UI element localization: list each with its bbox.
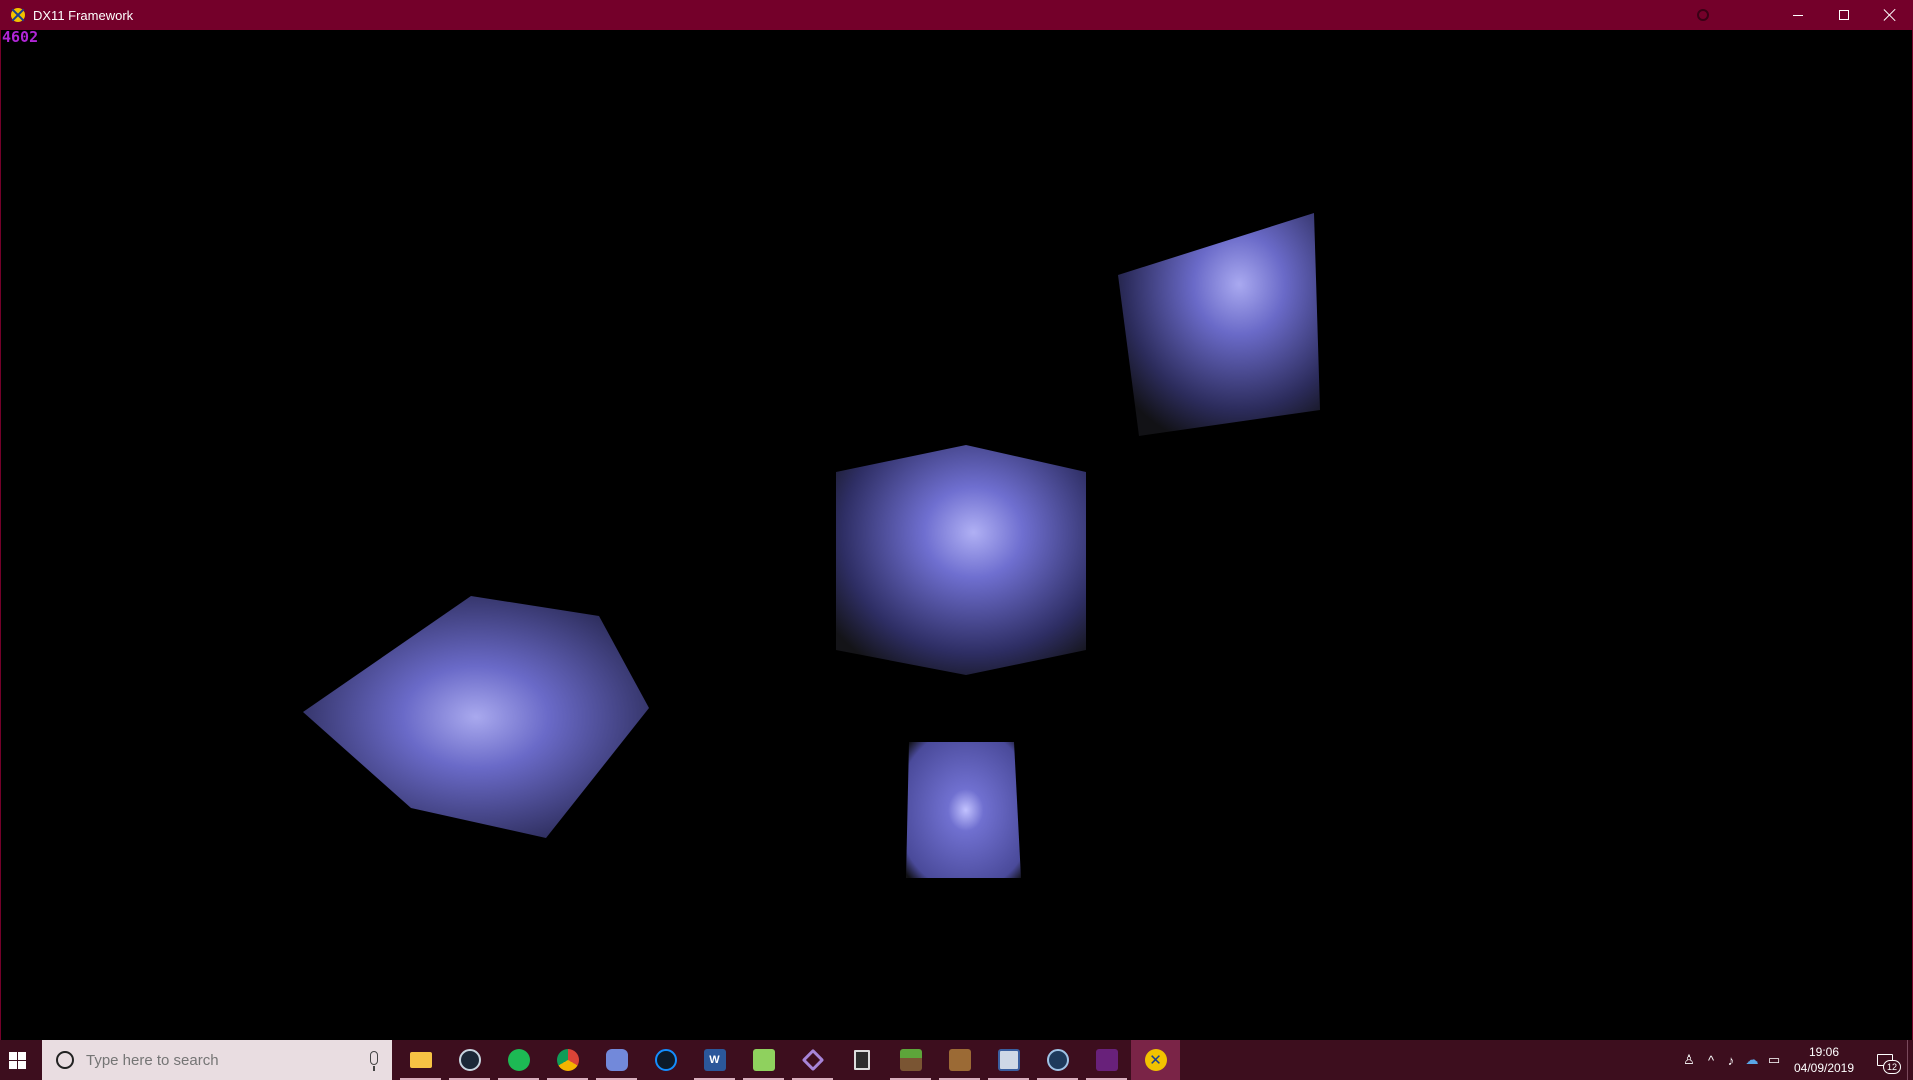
- show-hidden-icons-icon[interactable]: ^: [1701, 1040, 1721, 1080]
- action-center-button[interactable]: 12: [1863, 1040, 1907, 1080]
- minecraft-icon: [899, 1049, 922, 1071]
- cube-center: [836, 445, 1086, 675]
- taskbar-app-dx11[interactable]: ✕: [1131, 1040, 1180, 1080]
- taskbar-app-snipping[interactable]: [984, 1040, 1033, 1080]
- taskbar-app-vs[interactable]: [1082, 1040, 1131, 1080]
- microphone-icon[interactable]: [370, 1051, 378, 1071]
- taskbar-app-visual-studio[interactable]: [788, 1040, 837, 1080]
- minimize-button[interactable]: [1775, 0, 1821, 30]
- cube-top-right: [1118, 213, 1320, 436]
- system-tray: ♙ ^ ♪ ☁ ▭ 19:06 04/09/2019 12: [1677, 1040, 1913, 1080]
- show-desktop-button[interactable]: [1907, 1040, 1913, 1080]
- dx11-app-icon: ✕: [1144, 1049, 1167, 1071]
- taskbar-app-wheel[interactable]: [1033, 1040, 1082, 1080]
- taskbar-app-chrome[interactable]: [543, 1040, 592, 1080]
- notepadpp-icon: [752, 1049, 775, 1071]
- taskbar-app-file-explorer[interactable]: [396, 1040, 445, 1080]
- search-box[interactable]: [42, 1040, 392, 1080]
- volume-icon[interactable]: ♪: [1721, 1040, 1741, 1080]
- cube-bottom: [906, 742, 1021, 878]
- clock[interactable]: 19:06 04/09/2019: [1785, 1044, 1863, 1076]
- vs-icon: [1095, 1049, 1118, 1071]
- cube-left: [303, 596, 649, 838]
- start-button[interactable]: [0, 1040, 35, 1080]
- window-title: DX11 Framework: [33, 7, 134, 23]
- chrome-icon: [556, 1049, 579, 1071]
- taskbar-app-spotify[interactable]: [494, 1040, 543, 1080]
- network-icon[interactable]: ▭: [1763, 1040, 1785, 1080]
- taskbar-app-discord[interactable]: [592, 1040, 641, 1080]
- search-input[interactable]: [86, 1051, 336, 1069]
- record-icon: [1697, 9, 1709, 21]
- render-viewport[interactable]: [0, 30, 1913, 1040]
- taskbar-app-minecraft[interactable]: [886, 1040, 935, 1080]
- close-icon: [1883, 8, 1897, 22]
- notification-badge: 12: [1883, 1060, 1901, 1074]
- taskbar-app-notepadpp[interactable]: [739, 1040, 788, 1080]
- 3d-scene: [303, 213, 1320, 878]
- taskbar-app-steam[interactable]: [445, 1040, 494, 1080]
- taskbar-app-battlenet[interactable]: [641, 1040, 690, 1080]
- visual-studio-icon: [801, 1048, 824, 1072]
- battlenet-icon: [654, 1049, 677, 1071]
- onedrive-icon[interactable]: ☁: [1741, 1040, 1763, 1080]
- taskbar-app-package[interactable]: [935, 1040, 984, 1080]
- taskbar-app-word[interactable]: W: [690, 1040, 739, 1080]
- title-bar: DX11 Framework: [0, 0, 1913, 30]
- minimize-icon: [1793, 14, 1803, 16]
- windows-logo-icon: [9, 1051, 26, 1069]
- taskbar: W ✕ ♙ ^ ♪ ☁ ▭: [0, 1040, 1913, 1080]
- clock-date: 04/09/2019: [1793, 1061, 1855, 1075]
- clock-time: 19:06: [1808, 1045, 1840, 1059]
- folder-icon: [409, 1052, 432, 1068]
- taskbar-apps: W ✕: [396, 1040, 1180, 1080]
- cortana-icon: [56, 1051, 74, 1069]
- word-icon: W: [703, 1049, 726, 1071]
- maximize-icon: [1839, 10, 1849, 20]
- calculator-icon: [853, 1050, 870, 1070]
- app-icon: [10, 7, 26, 23]
- snipping-icon: [997, 1049, 1020, 1071]
- fps-counter: 4602: [2, 28, 39, 46]
- spotify-icon: [507, 1049, 530, 1071]
- taskbar-app-calculator[interactable]: [837, 1040, 886, 1080]
- wheel-icon: [1046, 1049, 1069, 1071]
- people-icon[interactable]: ♙: [1677, 1040, 1701, 1080]
- steam-icon: [458, 1049, 481, 1071]
- package-icon: [948, 1049, 971, 1071]
- maximize-button[interactable]: [1821, 0, 1867, 30]
- discord-icon: [605, 1049, 628, 1071]
- close-button[interactable]: [1867, 0, 1913, 30]
